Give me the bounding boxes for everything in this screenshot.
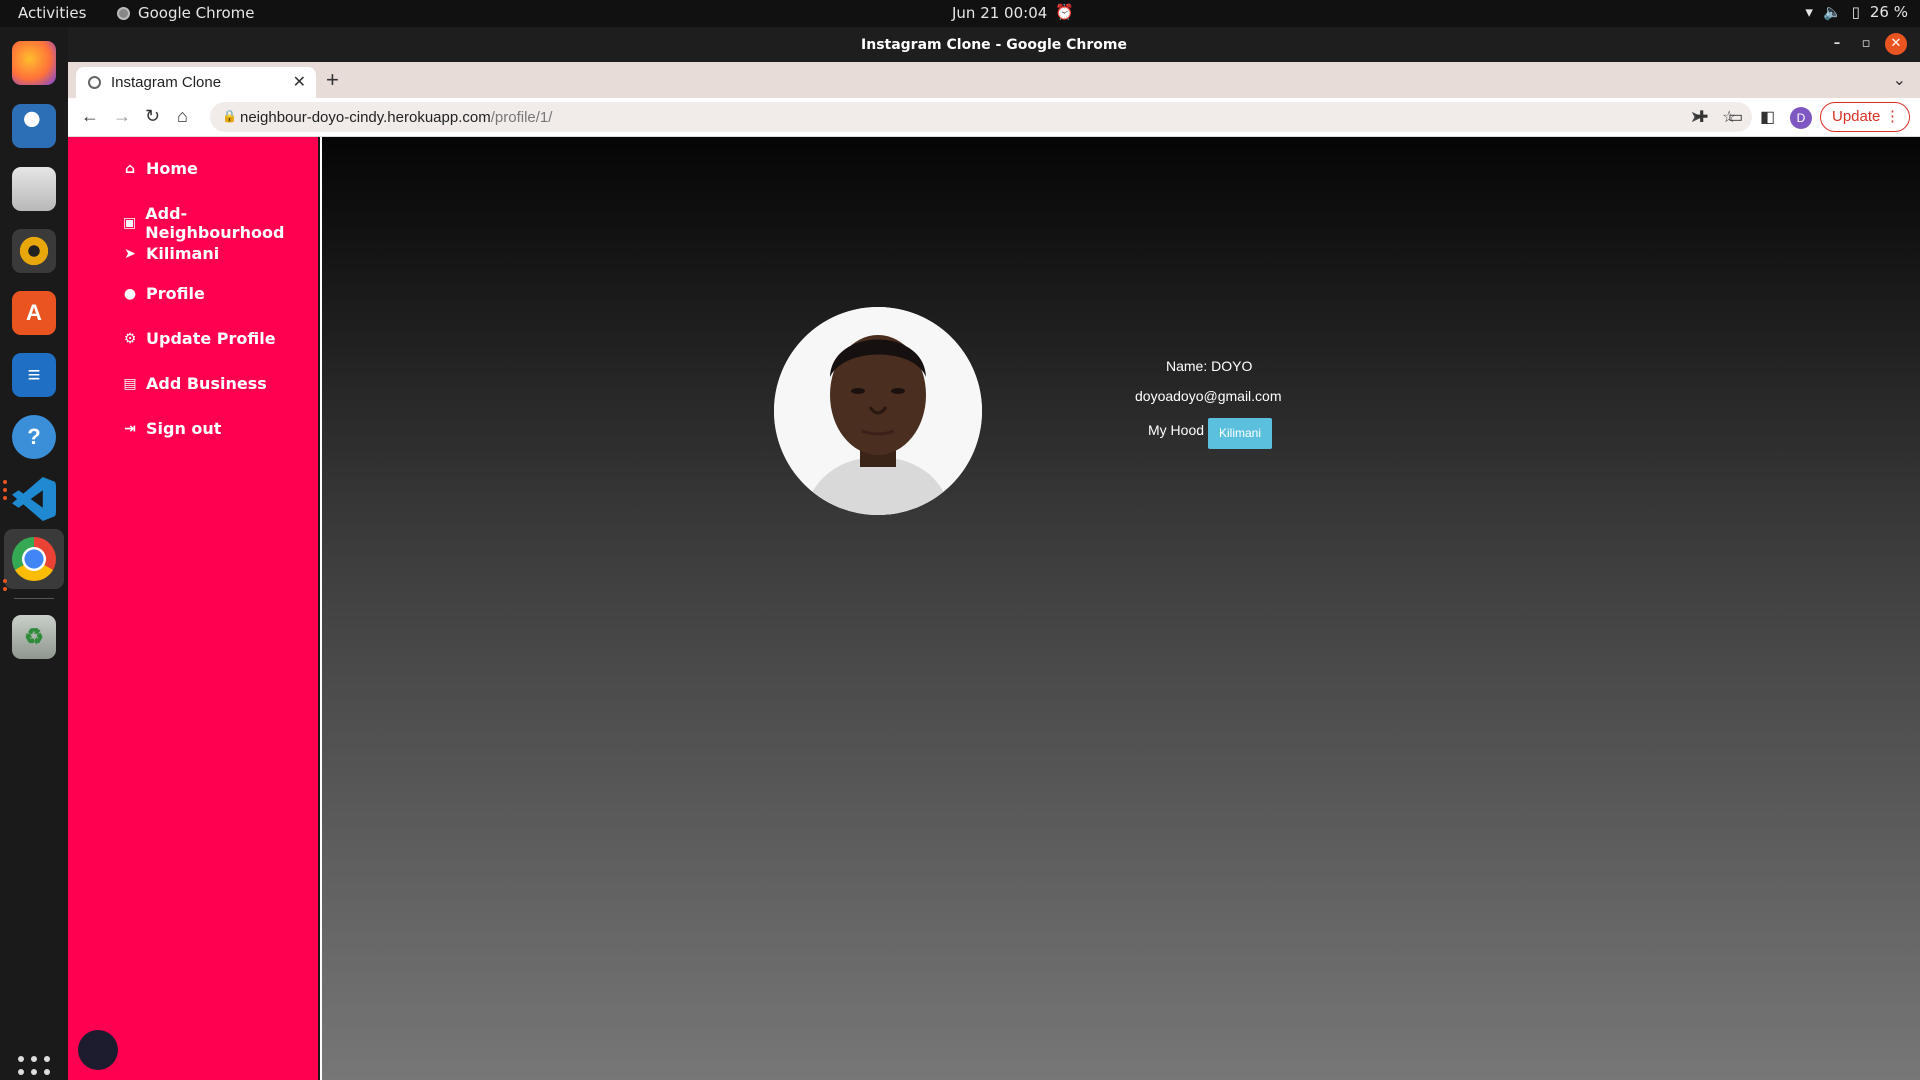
reload-icon[interactable]: ↻	[145, 106, 160, 127]
menu-kebab-icon: ⋮	[1885, 108, 1900, 125]
lock-icon: 🔒	[222, 109, 237, 123]
volume-icon: 🔈	[1822, 3, 1842, 21]
sidebar-item-label: Home	[146, 159, 198, 178]
cast-icon[interactable]: ▭	[1728, 107, 1743, 127]
show-apps-icon[interactable]	[18, 1056, 50, 1080]
browser-toolbar: ← → ↻ ⌂ 🔒 neighbour-doyo-cindy.herokuapp…	[68, 98, 1920, 137]
sign-out-icon: ⇥	[124, 420, 136, 437]
alarm-icon: ⏰	[1055, 3, 1074, 21]
sidebar-item-label: Add Business	[146, 374, 267, 393]
running-indicator	[3, 496, 7, 500]
extensions-icon[interactable]: ✚	[1695, 107, 1708, 127]
vscode-icon[interactable]	[12, 477, 56, 521]
portrait-image	[774, 307, 982, 515]
files-icon[interactable]	[12, 167, 56, 211]
writer-icon[interactable]: ≡	[12, 353, 56, 397]
maximize-icon[interactable]: ▫	[1855, 33, 1877, 55]
sidebar-item-label: Profile	[146, 284, 205, 303]
sidebar: ⌂ Home ▣ Add-Neighbourhood ➤ Kilimani ● …	[68, 137, 320, 1080]
dock-separator	[14, 598, 54, 599]
window-title: Instagram Clone - Google Chrome	[861, 37, 1127, 53]
url-path: /profile/1/	[490, 109, 553, 126]
sidebar-item-profile[interactable]: ● Profile	[122, 284, 205, 303]
sidebar-item-home[interactable]: ⌂ Home	[122, 159, 198, 178]
sidebar-item-label: Kilimani	[146, 244, 220, 263]
system-top-bar: Activities Google Chrome Jun 21 00:04 ⏰ …	[0, 0, 1920, 27]
profile-avatar-photo	[774, 307, 982, 515]
address-bar[interactable]: 🔒 neighbour-doyo-cindy.herokuapp.com/pro…	[210, 102, 1752, 132]
update-label: Update	[1832, 108, 1881, 125]
home-icon: ⌂	[124, 160, 136, 177]
software-icon[interactable]: A	[12, 291, 56, 335]
web-page: ⌂ Home ▣ Add-Neighbourhood ➤ Kilimani ● …	[68, 137, 1920, 1080]
thunderbird-icon[interactable]	[12, 104, 56, 148]
trash-icon[interactable]: ♻	[12, 615, 56, 659]
app-menu[interactable]: Google Chrome	[117, 4, 255, 22]
sidebar-item-label: Update Profile	[146, 329, 276, 348]
paper-plane-icon: ➤	[124, 245, 136, 262]
tab-title: Instagram Clone	[111, 74, 222, 91]
dock: A ≡ ? ♻	[0, 27, 68, 1080]
battery-icon: ▯	[1851, 3, 1860, 21]
close-window-icon[interactable]: ✕	[1885, 33, 1907, 55]
running-indicator	[3, 587, 7, 591]
my-hood-label: My Hood	[1148, 422, 1205, 438]
sidebar-item-update-profile[interactable]: ⚙ Update Profile	[122, 329, 276, 348]
url-text: neighbour-doyo-cindy.herokuapp.com/profi…	[240, 109, 552, 126]
chrome-small-icon	[117, 6, 130, 20]
window-titlebar: Instagram Clone - Google Chrome – ▫ ✕	[68, 27, 1920, 62]
running-indicator	[3, 488, 7, 492]
running-indicator	[3, 579, 7, 583]
tab-strip: Instagram Clone ✕ + ⌄	[68, 62, 1920, 98]
profile-content: Name: DOYO doyoadoyo@gmail.com My Hood K…	[322, 137, 1920, 1080]
sidebar-item-sign-out[interactable]: ⇥ Sign out	[122, 419, 221, 438]
update-button[interactable]: Update ⋮	[1820, 102, 1910, 132]
profile-email: doyoadoyo@gmail.com	[1135, 388, 1282, 404]
status-area[interactable]: ▾ 🔈 ▯ 26 %	[1805, 3, 1908, 21]
tab-search-icon[interactable]: ⌄	[1893, 70, 1906, 90]
gear-icon: ⚙	[123, 330, 137, 347]
contact-icon: ▣	[123, 215, 137, 231]
tab-instagram-clone[interactable]: Instagram Clone ✕	[76, 67, 316, 98]
battery-percent: 26 %	[1869, 3, 1908, 21]
rhythmbox-icon[interactable]	[12, 229, 56, 273]
sidebar-item-label: Sign out	[146, 419, 222, 438]
sidebar-item-label: Add-Neighbourhood	[145, 204, 285, 242]
minimize-icon[interactable]: –	[1826, 33, 1848, 55]
close-tab-icon[interactable]: ✕	[293, 72, 306, 92]
sidebar-item-kilimani[interactable]: ➤ Kilimani	[122, 244, 219, 263]
home-button-icon[interactable]: ⌂	[177, 106, 188, 127]
back-icon[interactable]: ←	[81, 106, 99, 127]
chrome-icon[interactable]	[12, 537, 56, 581]
new-tab-icon[interactable]: +	[326, 67, 339, 93]
sidebar-bottom-circle	[78, 1030, 118, 1070]
activities-button[interactable]: Activities	[18, 4, 86, 22]
side-panel-icon[interactable]: ◧	[1760, 107, 1775, 127]
wifi-icon: ▾	[1805, 3, 1813, 21]
forward-icon[interactable]: →	[113, 106, 131, 127]
firefox-icon[interactable]	[12, 41, 56, 85]
briefcase-icon: ▤	[123, 375, 137, 392]
chrome-window: Instagram Clone - Google Chrome – ▫ ✕ In…	[68, 27, 1920, 1080]
user-icon: ●	[123, 285, 137, 302]
url-host: neighbour-doyo-cindy.herokuapp.com	[240, 109, 491, 126]
profile-name: Name: DOYO	[1166, 358, 1253, 374]
running-indicator	[3, 480, 7, 484]
hood-kilimani-button[interactable]: Kilimani	[1208, 418, 1272, 449]
profile-avatar[interactable]: D	[1790, 107, 1812, 129]
tab-favicon-icon	[88, 76, 101, 89]
clock[interactable]: Jun 21 00:04	[952, 4, 1047, 22]
sidebar-item-add-business[interactable]: ▤ Add Business	[122, 374, 267, 393]
help-icon[interactable]: ?	[12, 415, 56, 459]
sidebar-item-add-neighbourhood[interactable]: ▣ Add-Neighbourhood	[122, 204, 318, 242]
app-menu-label: Google Chrome	[138, 4, 255, 22]
